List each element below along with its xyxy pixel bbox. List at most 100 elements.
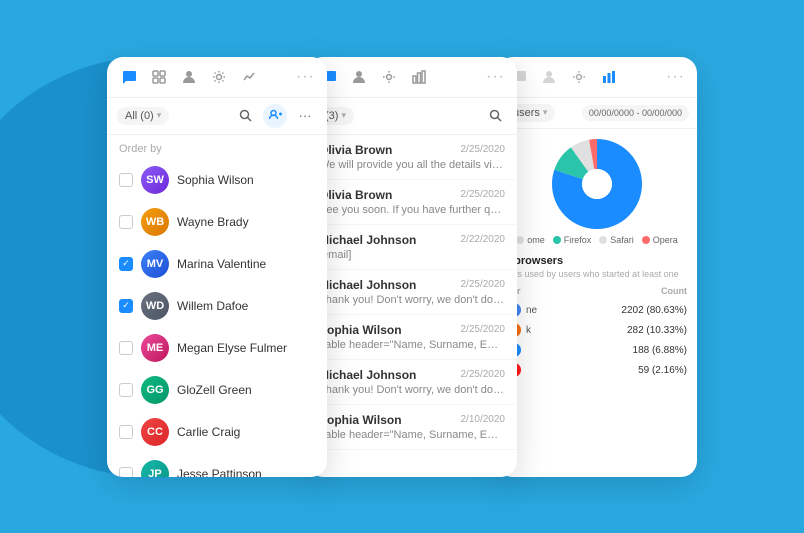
list-item[interactable]: MV Marina Valentine	[107, 243, 327, 285]
avatar: WD	[141, 292, 169, 320]
avatar: MV	[141, 250, 169, 278]
chat-icon[interactable]	[119, 67, 139, 87]
list-item[interactable]: WD Willem Dafoe	[107, 285, 327, 327]
order-by-label: Order by	[107, 135, 327, 159]
settings-icon[interactable]	[569, 67, 589, 87]
avatar: SW	[141, 166, 169, 194]
list-item[interactable]: SW Sophia Wilson	[107, 159, 327, 201]
legend-label: Safari	[610, 235, 634, 245]
date-range[interactable]: 00/00/0000 - 00/00/000	[582, 105, 689, 121]
browser-row: C ne 2202 (80.63%)	[505, 300, 689, 320]
message-date: 2/25/2020	[461, 189, 506, 200]
message-sender: Sophia Wilson	[319, 413, 402, 427]
col-count: Count	[661, 286, 687, 296]
settings-icon[interactable]	[379, 67, 399, 87]
chevron-down-icon: ▾	[157, 110, 162, 121]
more-options-button[interactable]: ···	[666, 68, 685, 86]
user-add-button[interactable]	[263, 104, 287, 128]
contact-name: Sophia Wilson	[177, 173, 254, 187]
avatar: WB	[141, 208, 169, 236]
search-button[interactable]	[233, 104, 257, 128]
contact-name: GloZell Green	[177, 383, 252, 397]
message-preview: [email]	[319, 249, 505, 261]
pie-chart-container: ome Firefox Safari Opera	[497, 129, 697, 249]
avatar: JP	[141, 460, 169, 477]
browser-name: k	[526, 325, 531, 336]
panel2-search-row: (3) ▾	[307, 98, 517, 135]
contact-checkbox[interactable]	[119, 215, 133, 229]
contact-name: Carlie Craig	[177, 425, 240, 439]
legend-dot	[553, 236, 561, 244]
message-date: 2/25/2020	[461, 279, 506, 290]
browser-row: O 59 (2.16%)	[505, 360, 689, 380]
legend-label: Firefox	[564, 235, 592, 245]
filter-label: All (0)	[125, 110, 154, 122]
pie-legend: ome Firefox Safari Opera	[516, 235, 678, 245]
message-preview: We will provide you all the details via …	[319, 159, 505, 171]
filter-badge[interactable]: All (0) ▾	[117, 107, 169, 125]
contact-name: Megan Elyse Fulmer	[177, 341, 287, 355]
legend-dot	[642, 236, 650, 244]
message-item[interactable]: Michael Johnson 2/25/2020 Thank you! Don…	[307, 360, 517, 405]
more-options-button[interactable]: ···	[296, 68, 315, 86]
message-preview: See you soon. If you have further ques..…	[319, 204, 505, 216]
contact-checkbox[interactable]	[119, 257, 133, 271]
filter-label: (3)	[325, 110, 338, 122]
message-item[interactable]: Michael Johnson 2/25/2020 Thank you! Don…	[307, 270, 517, 315]
list-item[interactable]: CC Carlie Craig	[107, 411, 327, 453]
contact-list: SW Sophia Wilson WB Wayne Brady MV Marin…	[107, 159, 327, 477]
user-icon[interactable]	[349, 67, 369, 87]
message-list: Olivia Brown 2/25/2020 We will provide y…	[307, 135, 517, 450]
user-icon[interactable]	[179, 67, 199, 87]
panel2-toolbar: ···	[307, 57, 517, 98]
browser-count: 59 (2.16%)	[638, 365, 687, 376]
contact-checkbox[interactable]	[119, 467, 133, 477]
legend-dot	[516, 236, 524, 244]
section-subtitle: sers used by users who started at least …	[505, 269, 689, 281]
contact-checkbox[interactable]	[119, 425, 133, 439]
contact-checkbox[interactable]	[119, 173, 133, 187]
options-button[interactable]: ···	[293, 104, 317, 128]
section-title: s browsers	[505, 255, 689, 267]
message-item[interactable]: Sophia Wilson 2/10/2020 [table header="N…	[307, 405, 517, 450]
panel1-search-row: All (0) ▾ ···	[107, 98, 327, 135]
message-date: 2/22/2020	[461, 234, 506, 245]
message-item[interactable]: Olivia Brown 2/25/2020 See you soon. If …	[307, 180, 517, 225]
bar-chart-icon[interactable]	[599, 67, 619, 87]
bar-chart-icon[interactable]	[409, 67, 429, 87]
browser-row: F k 282 (10.33%)	[505, 320, 689, 340]
list-item[interactable]: GG GloZell Green	[107, 369, 327, 411]
message-sender: Michael Johnson	[319, 278, 416, 292]
user-icon[interactable]	[539, 67, 559, 87]
grid-icon[interactable]	[149, 67, 169, 87]
legend-label: Opera	[653, 235, 678, 245]
list-item[interactable]: ME Megan Elyse Fulmer	[107, 327, 327, 369]
message-preview: [table header="Name, Surname, Email"	[319, 429, 505, 441]
chevron-down-icon: ▾	[341, 110, 346, 121]
avatar: ME	[141, 334, 169, 362]
message-sender: Michael Johnson	[319, 368, 416, 382]
contact-checkbox[interactable]	[119, 383, 133, 397]
analytics-panel: ··· users ▾ 00/00/0000 - 00/00/000	[497, 57, 697, 477]
legend-label: ome	[527, 235, 545, 245]
message-item[interactable]: Sophia Wilson 2/25/2020 [table header="N…	[307, 315, 517, 360]
message-item[interactable]: Michael Johnson 2/22/2020 [email]	[307, 225, 517, 270]
message-sender: Olivia Brown	[319, 188, 392, 202]
legend-item: Opera	[642, 235, 678, 245]
message-date: 2/25/2020	[461, 369, 506, 380]
more-options-button[interactable]: ···	[486, 68, 505, 86]
list-item[interactable]: JP Jesse Pattinson	[107, 453, 327, 477]
contact-name: Jesse Pattinson	[177, 467, 262, 477]
contact-checkbox[interactable]	[119, 299, 133, 313]
message-date: 2/25/2020	[461, 324, 506, 335]
stats-icon[interactable]	[239, 67, 259, 87]
contact-checkbox[interactable]	[119, 341, 133, 355]
list-item[interactable]: WB Wayne Brady	[107, 201, 327, 243]
contact-name: Wayne Brady	[177, 215, 249, 229]
search-button[interactable]	[483, 104, 507, 128]
message-item[interactable]: Olivia Brown 2/25/2020 We will provide y…	[307, 135, 517, 180]
browser-name: ne	[526, 305, 537, 316]
contact-name: Willem Dafoe	[177, 299, 248, 313]
settings-icon[interactable]	[209, 67, 229, 87]
legend-item: Firefox	[553, 235, 592, 245]
